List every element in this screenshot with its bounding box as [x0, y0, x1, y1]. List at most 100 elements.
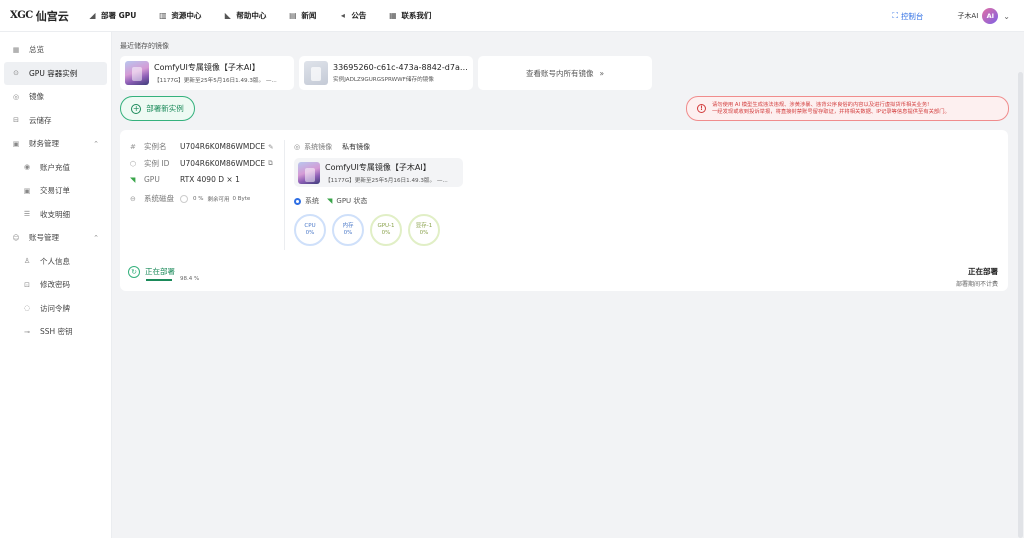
recent-image-card[interactable]: ComfyUI专属镜像【子木AI】 【1177G】更新至25年5月16日1.49… [120, 56, 294, 90]
sidebar-item-profile[interactable]: ♙ 个人信息 [0, 250, 111, 274]
sidebar-item-label: 访问令牌 [40, 303, 70, 313]
deploy-status: ↻ 正在部署 [128, 266, 175, 278]
system-image-icon: ◎ [294, 143, 301, 151]
id-icon: ⬡ [130, 159, 137, 168]
instance-gpu: RTX 4090 D × 1 [180, 175, 240, 184]
nav-label: 联系我们 [401, 11, 432, 20]
recent-images-title: 最近储存的镜像 [120, 42, 169, 50]
sidebar-item-label: 云储存 [29, 115, 52, 125]
chevron-up-icon: ⌃ [93, 139, 99, 148]
nav-news[interactable]: ▤ 新闻 [288, 10, 316, 21]
logo-text: 仙宫云 [35, 9, 69, 23]
gauge-value: 0% [419, 230, 429, 236]
edit-icon[interactable]: ✎ [268, 143, 273, 151]
profile-icon: ♙ [23, 257, 31, 266]
sidebar-item-image[interactable]: ◎ 镜像 [0, 85, 111, 109]
field-label: 实例名 [144, 142, 167, 151]
hash-icon: # [130, 142, 136, 151]
image-icon: ◎ [12, 92, 20, 101]
sidebar-item-cloud-storage[interactable]: ⊟ 云储存 [0, 109, 111, 133]
image-thumbnail [125, 61, 149, 85]
recent-image-card[interactable]: 33695260-c61c-473a-8842-d7a9a4... 实例JADL… [299, 56, 473, 90]
nav-contact[interactable]: ▦ 联系我们 [388, 10, 431, 21]
deploy-new-instance-button[interactable]: + 部署新实例 [120, 96, 195, 121]
console-label: 控制台 [900, 11, 924, 21]
memory-gauge: 内存 0% [332, 214, 364, 246]
sidebar-item-overview[interactable]: ▦ 总览 [0, 38, 111, 62]
plus-icon: + [131, 103, 142, 114]
sidebar-item-password[interactable]: ⊡ 修改密码 [0, 273, 111, 297]
gpu-instance-icon: ⊙ [13, 69, 19, 78]
sidebar-item-label: 账号管理 [29, 233, 59, 243]
gauge-label: GPU-1 [377, 223, 395, 229]
sidebar-item-orders[interactable]: ▣ 交易订单 [0, 179, 111, 203]
mirror-type: 私有镜像 [342, 143, 371, 151]
contact-icon: ▦ [389, 11, 397, 20]
sidebar-item-finance[interactable]: ▣ 财务管理 ⌃ [0, 132, 111, 156]
copy-icon[interactable]: ⧉ [268, 159, 273, 168]
nav-deploy-gpu[interactable]: ◢ 部署 GPU [88, 10, 136, 21]
recent-images-row: ComfyUI专属镜像【子木AI】 【1177G】更新至25年5月16日1.49… [120, 56, 1016, 90]
sidebar-item-label: 总览 [29, 45, 44, 55]
image-thumbnail [304, 61, 328, 85]
sidebar-item-account[interactable]: ☺ 账号管理 ⌃ [0, 226, 111, 250]
status-summary: 正在部署 部署期间不计费 [956, 266, 998, 288]
deploy-label: 部署新实例 [146, 104, 184, 113]
field-label: 实例 ID [144, 159, 170, 168]
sidebar-item-recharge[interactable]: ◉ 账户充值 [0, 156, 111, 180]
card-subtitle: 【1177G】更新至25年5月16日1.49.3版。 —... [154, 78, 277, 84]
scrollbar-thumb[interactable] [1018, 72, 1023, 538]
sidebar-item-label: 交易订单 [40, 186, 70, 196]
gpu-gauge: GPU-1 0% [370, 214, 402, 246]
view-all-label: 查看账号内所有镜像 [525, 68, 594, 78]
gpu-icon: ◢ [89, 11, 96, 20]
instance-id: U704R6K0M86WMDCE [180, 159, 266, 168]
gauge-value: 0% [343, 230, 353, 236]
logo[interactable]: XGC 仙宫云 [10, 8, 80, 24]
status-text: 正在部署 [145, 267, 175, 276]
orders-icon: ▣ [23, 186, 31, 195]
nav-label: 帮助中心 [236, 11, 267, 20]
console-link[interactable]: ⛶ 控制台 [892, 11, 923, 22]
disk-free-label: 剩余可用 [207, 196, 230, 203]
vram-gauge: 显存-1 0% [408, 214, 440, 246]
instance-name-row: # 实例名 U704R6K0M86WMDCE ✎ [130, 141, 274, 152]
ssh-key-icon: ⊸ [24, 327, 30, 336]
sidebar-item-ssh-key[interactable]: ⊸ SSH 密钥 [0, 320, 111, 344]
nav-label: 部署 GPU [101, 11, 137, 20]
gauge-label: 显存-1 [415, 223, 433, 229]
deploy-progress-bar [146, 279, 172, 281]
gauge-value: 0% [305, 230, 315, 236]
sidebar-item-gpu-instance[interactable]: ⊙ GPU 容器实例 [4, 61, 107, 85]
radio-selected-icon[interactable] [294, 197, 301, 205]
disk-size: 0 Byte [232, 195, 251, 202]
sidebar-item-details[interactable]: ☰ 收支明细 [0, 203, 111, 227]
status-note: 部署期间不计费 [955, 281, 998, 288]
details-icon: ☰ [23, 210, 31, 219]
tab-system[interactable]: 系统 [305, 196, 319, 206]
sidebar-item-token[interactable]: ◌ 访问令牌 [0, 297, 111, 321]
nav-help-center[interactable]: ◣ 帮助中心 [223, 10, 267, 21]
warning-banner: ! 请勿使用 AI 模型生成违法违规、涉黄涉暴、违背公序良俗的内容以及进行虚拟货… [686, 96, 1009, 121]
sidebar-item-label: 个人信息 [40, 256, 70, 266]
avatar[interactable]: AI [982, 8, 999, 24]
sidebar: ▦ 总览 ⊙ GPU 容器实例 ◎ 镜像 ⊟ 云储存 ▣ 财务管理 ⌃ ◉ 账户… [0, 32, 112, 538]
top-right: ⛶ 控制台 子木AI AI ⌄ [892, 0, 1010, 32]
scrollbar[interactable] [1016, 32, 1024, 538]
nav-resource-center[interactable]: ▥ 资源中心 [158, 10, 201, 21]
nav-label: 新闻 [301, 11, 317, 20]
announcement-icon: ◂ [340, 11, 345, 20]
news-icon: ▤ [289, 11, 297, 20]
instance-id-row: ⬡ 实例 ID U704R6K0M86WMDCE ⧉ [130, 158, 273, 169]
field-label: 系统镜像 [304, 143, 333, 151]
nav-announcement[interactable]: ◂ 公告 [338, 10, 367, 21]
system-image-card[interactable]: ComfyUI专属镜像【子木AI】 【1177G】更新至25年5月16日1.49… [294, 158, 463, 187]
user-name[interactable]: 子木AI [957, 12, 978, 21]
view-all-images-button[interactable]: 查看账号内所有镜像 » [478, 56, 652, 90]
tab-gpu-status[interactable]: GPU 状态 [336, 196, 367, 206]
nvidia-icon: ◥ [327, 197, 333, 205]
warning-line-2: 一经发现或收到投诉举报，将直接封禁账号留存取证，并将相关数据、IP记录等信息提供… [712, 108, 950, 115]
overview-icon: ▦ [12, 45, 20, 54]
chevron-down-icon[interactable]: ⌄ [1003, 12, 1010, 21]
sidebar-item-label: GPU 容器实例 [29, 68, 78, 78]
